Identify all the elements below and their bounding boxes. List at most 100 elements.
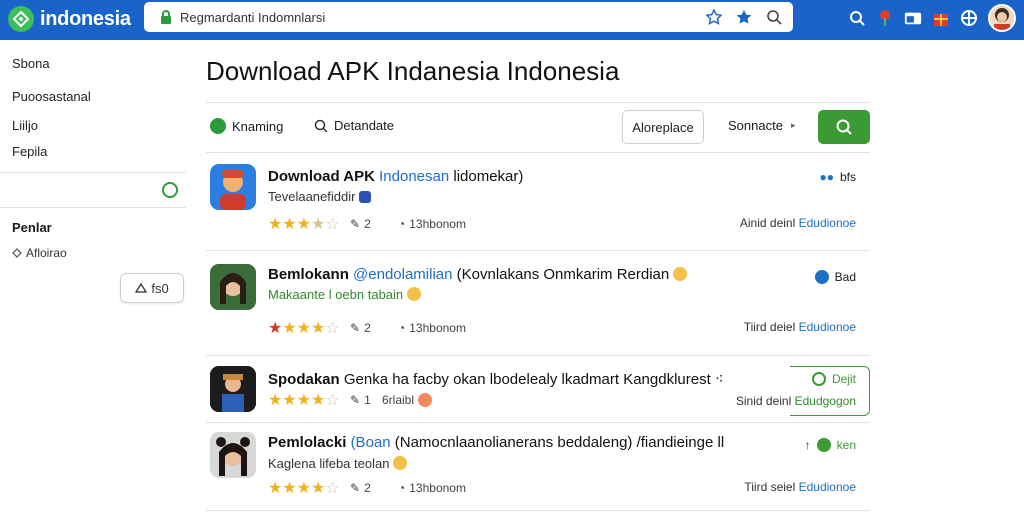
sort-dropdown[interactable]: Sonnacte ▸	[728, 118, 795, 133]
filter-row: Knaming Detandate Aloreplace Sonnacte ▸	[206, 104, 870, 150]
sidebar-item[interactable]: Liiljo	[12, 118, 38, 133]
toggle-icon: ●●	[819, 170, 834, 184]
app-row[interactable]: Spodakan Genka ha facby okan lbodelealy …	[206, 360, 870, 420]
divider	[206, 355, 870, 356]
filter-chip[interactable]: Detandate	[314, 118, 394, 133]
lock-icon	[161, 10, 171, 24]
user-avatar[interactable]	[988, 4, 1016, 32]
divider	[206, 250, 870, 251]
comment-icon: ✎	[350, 481, 361, 495]
star-rating: ★★★★☆	[268, 480, 340, 497]
triangle-icon	[135, 283, 148, 293]
status-badge: Dejit	[811, 372, 856, 386]
info-icon[interactable]	[162, 182, 178, 198]
app-title[interactable]: Download APK Indonesan lidomekar)	[268, 168, 523, 185]
search-icon	[836, 119, 852, 135]
filter-chip-label: Knaming	[232, 118, 284, 134]
sort-label: Sonnacte	[728, 118, 783, 133]
emoji-icon: ⁖	[714, 371, 724, 388]
comments-count: ✎ 2	[350, 217, 371, 231]
search-icon[interactable]	[765, 8, 783, 26]
app-row[interactable]: Bemlokann @endolamilian (Kovnlakans Onmk…	[206, 256, 870, 354]
comment-icon: ✎	[350, 321, 361, 335]
site-logo[interactable]: indonesia	[8, 5, 131, 33]
app-icon	[210, 164, 256, 210]
gift-icon[interactable]	[932, 9, 950, 27]
emoji-icon	[406, 287, 421, 301]
pin-icon[interactable]	[876, 9, 894, 27]
app-title[interactable]: Spodakan Genka ha facby okan lbodelealy …	[268, 370, 724, 388]
app-details-link[interactable]: Tiird seiel Edudionoe	[744, 480, 856, 494]
app-icon	[210, 264, 256, 310]
page-title: Download APK Indanesia Indonesia	[206, 56, 620, 86]
download-icon: ◔	[398, 321, 406, 335]
status-badge: ↑ ken	[804, 438, 856, 452]
address-text: Regmardanti Indomnlarsi	[180, 9, 326, 25]
sort-arrow-icon: ▸	[790, 120, 796, 130]
comments-count: ✎ 2	[350, 481, 371, 495]
favorite-star-icon[interactable]	[735, 8, 753, 26]
status-badge: ●● bfs	[819, 170, 856, 184]
window-icon[interactable]	[904, 9, 922, 27]
comment-icon: ✎	[350, 217, 361, 231]
divider	[206, 510, 870, 511]
download-icon: ◔	[398, 217, 406, 231]
status-icon	[816, 438, 831, 452]
divider	[206, 102, 870, 103]
sidebar-pill-label: fs0	[151, 280, 169, 296]
comments-count: ✎ 2	[350, 321, 371, 335]
app-subtitle: Tevelaanefiddir	[268, 189, 372, 204]
app-badge-icon	[359, 191, 372, 203]
downloads-count: ◔ 13hbonom	[398, 481, 466, 495]
star-rating: ★★★★☆	[268, 216, 340, 233]
sidebar-link-label: Afloirao	[26, 246, 67, 260]
comments-count: ✎ 1	[350, 393, 371, 407]
address-bar[interactable]: Regmardanti Indomnlarsi	[144, 2, 793, 32]
divider	[206, 422, 870, 423]
filter-chip[interactable]: Knaming	[210, 118, 283, 134]
sidebar: Sbona Puoosastanal Liiljo Fepila Penlar …	[0, 40, 186, 512]
arrow-up-icon: ↑	[804, 438, 811, 452]
top-bar: indonesia Regmardanti Indomnlarsi	[0, 0, 1024, 40]
status-badge: Bad	[814, 270, 856, 284]
downloads-count: ◔ 13hbonom	[398, 217, 466, 231]
sidebar-input[interactable]	[0, 172, 186, 208]
divider	[206, 152, 870, 153]
app-details-link[interactable]: Sinid deinl Edudgogon	[736, 394, 856, 408]
app-row[interactable]: Download APK Indonesan lidomekar) Tevela…	[206, 158, 870, 250]
filter-chip-label: Detandate	[334, 118, 394, 133]
check-icon	[210, 118, 226, 134]
status-icon	[811, 372, 826, 386]
star-rating: ★★★★☆	[268, 320, 340, 337]
status-icon	[814, 270, 829, 284]
sidebar-item[interactable]: Puoosastanal	[12, 89, 91, 104]
logo-text: indonesia	[40, 7, 131, 30]
app-icon	[210, 366, 256, 412]
sidebar-item[interactable]: Sbona	[12, 56, 50, 71]
downloads-count: ◔ 13hbonom	[398, 321, 466, 335]
download-icon: ◔	[398, 481, 406, 495]
search-icon	[314, 119, 328, 133]
bookmark-star-icon[interactable]	[705, 8, 723, 26]
emoji-icon	[393, 456, 408, 470]
sidebar-item[interactable]: Fepila	[12, 144, 47, 159]
app-subtitle: Makaante l oebn tabain	[268, 287, 421, 302]
apps-icon[interactable]	[960, 9, 978, 27]
app-row[interactable]: Pemlolacki (Boan (Namocnlaanolianerans b…	[206, 426, 870, 510]
comment-icon: ✎	[350, 393, 361, 407]
search-icon[interactable]	[848, 9, 866, 27]
sidebar-pill-button[interactable]: fs0	[120, 273, 184, 303]
search-button[interactable]	[818, 110, 870, 144]
downloads-count: 6rlaibl	[382, 393, 433, 407]
tag-icon	[12, 248, 22, 258]
replace-field[interactable]: Aloreplace	[622, 110, 704, 144]
app-title[interactable]: Bemlokann @endolamilian (Kovnlakans Onmk…	[268, 266, 688, 283]
sidebar-heading: Penlar	[12, 220, 52, 235]
sidebar-link[interactable]: Afloirao	[12, 246, 67, 260]
app-title[interactable]: Pemlolacki (Boan (Namocnlaanolianerans b…	[268, 434, 724, 451]
emoji-icon	[673, 267, 688, 281]
app-details-link[interactable]: Tiird deiel Edudionoe	[744, 320, 856, 334]
app-details-link[interactable]: Ainid deinl Edudionoe	[740, 216, 856, 230]
logo-icon	[8, 6, 34, 32]
emoji-icon	[418, 393, 433, 407]
